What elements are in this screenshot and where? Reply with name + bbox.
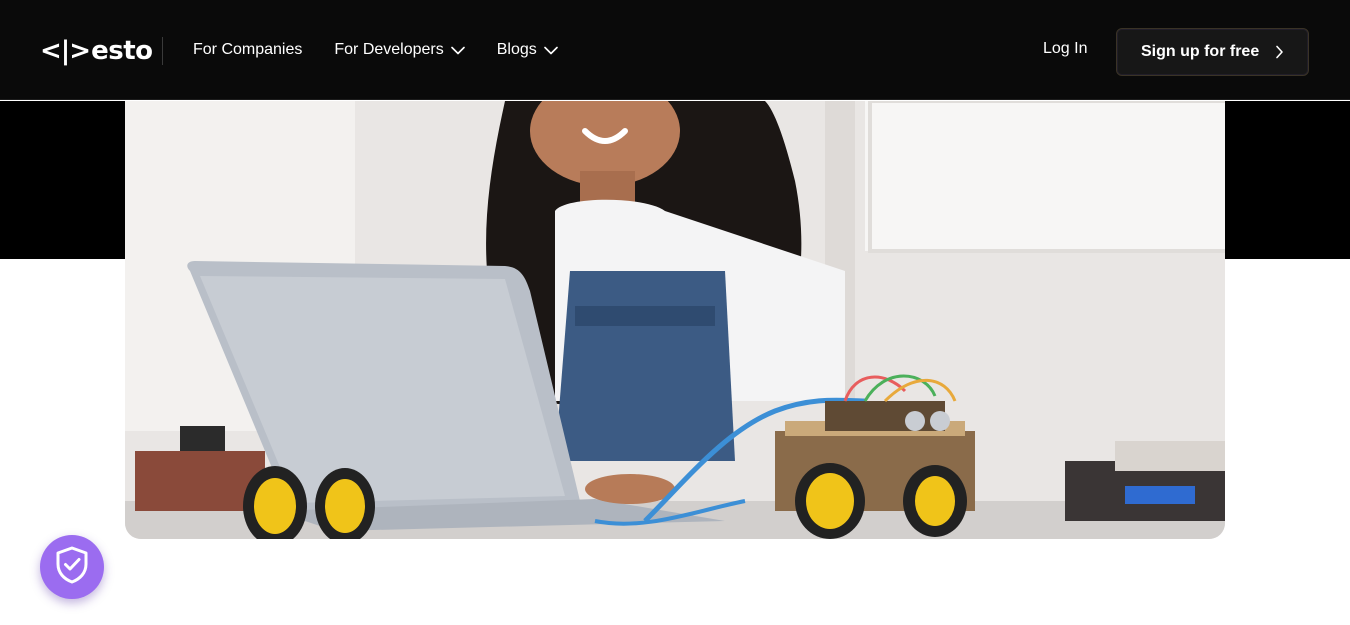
signup-button[interactable]: Sign up for free [1116,28,1309,76]
top-navigation: <|> esto For Companies For Developers Bl… [0,0,1350,100]
nav-item-label: For Developers [334,41,444,58]
login-link[interactable]: Log In [1043,40,1087,58]
nav-divider [162,37,163,65]
nav-item-for-developers[interactable]: For Developers [334,41,465,59]
chevron-right-icon [1275,45,1284,59]
chevron-down-icon [450,46,465,55]
privacy-shield-button[interactable] [40,535,104,599]
nav-item-blogs[interactable]: Blogs [497,41,558,59]
nav-item-label: For Companies [193,41,303,58]
logo-text: esto [91,36,153,66]
shield-check-icon [55,546,89,589]
primary-nav: For Companies For Developers Blogs [193,0,590,100]
brand-logo[interactable]: <|> esto [40,36,153,66]
hero-illustration [125,101,1225,539]
nav-item-label: Blogs [496,41,537,58]
logo-mark: <|> [40,36,91,66]
signup-button-label: Sign up for free [1141,43,1260,60]
nav-item-for-companies[interactable]: For Companies [193,41,302,59]
chevron-down-icon [543,46,558,55]
hero-image [125,101,1225,539]
